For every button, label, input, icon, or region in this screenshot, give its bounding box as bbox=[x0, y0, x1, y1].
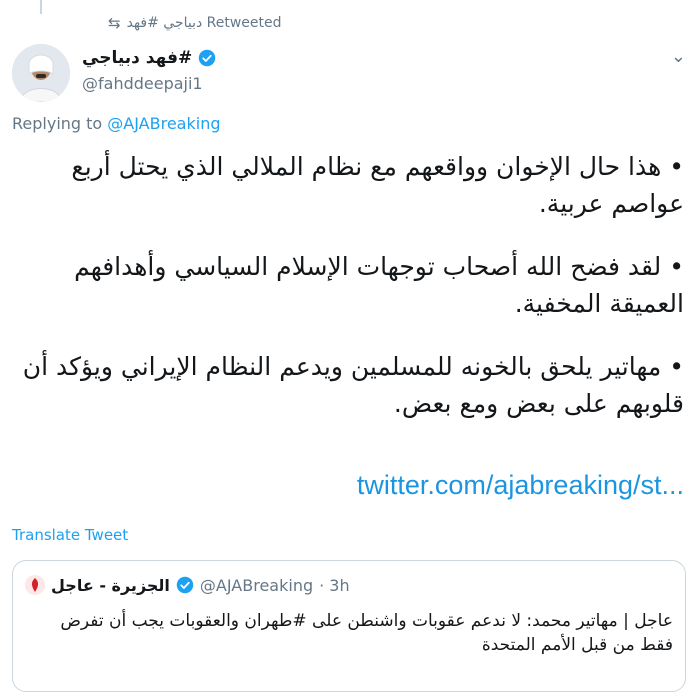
avatar[interactable] bbox=[12, 44, 70, 102]
aljazeera-logo-icon bbox=[31, 578, 39, 592]
retweet-indicator: ⇆ دبياجي #فهد Retweeted bbox=[108, 14, 282, 32]
translate-tweet-button[interactable]: Translate Tweet bbox=[12, 526, 128, 544]
thread-line bbox=[40, 0, 42, 14]
quote-text: عاجل | مهاتير محمد: لا ندعم عقوبات واشنط… bbox=[60, 611, 673, 655]
quote-display-name: الجزيرة - عاجل bbox=[51, 575, 170, 595]
reply-handle-link[interactable]: @AJABreaking bbox=[107, 114, 220, 133]
replying-prefix: Replying to bbox=[12, 114, 103, 133]
retweet-text: دبياجي #فهد Retweeted bbox=[126, 15, 282, 31]
quoted-tweet[interactable]: الجزيرة - عاجل @AJABreaking · 3h عاجل | … bbox=[12, 560, 686, 692]
verified-icon bbox=[176, 576, 194, 594]
verified-icon bbox=[198, 49, 216, 67]
replying-to: Replying to @AJABreaking bbox=[12, 114, 220, 133]
quote-avatar bbox=[25, 575, 45, 595]
quote-header: الجزيرة - عاجل @AJABreaking · 3h bbox=[25, 575, 350, 595]
quote-handle: @AJABreaking bbox=[199, 575, 314, 595]
tweet-paragraph: • هذا حال الإخوان وواقعهم مع نظام الملال… bbox=[71, 152, 684, 218]
chevron-down-icon[interactable]: ⌄ bbox=[671, 46, 686, 67]
tweet-paragraph: • لقد فضح الله أصحاب توجهات الإسلام السي… bbox=[74, 252, 684, 318]
author-handle[interactable]: @fahddeepaji1 bbox=[82, 74, 203, 93]
tweet-link[interactable]: twitter.com/ajabreaking/st... bbox=[357, 470, 684, 501]
display-name[interactable]: #فهد دبياجي bbox=[82, 48, 192, 68]
quote-time: · 3h bbox=[319, 575, 350, 595]
tweet-text: • هذا حال الإخوان وواقعهم مع نظام الملال… bbox=[10, 148, 684, 448]
tweet-paragraph: • مهاتير يلحق بالخونه للمسلمين ويدعم الن… bbox=[22, 352, 684, 418]
author-row: #فهد دبياجي bbox=[82, 48, 216, 68]
avatar-image bbox=[12, 44, 70, 102]
retweet-icon: ⇆ bbox=[108, 14, 121, 32]
